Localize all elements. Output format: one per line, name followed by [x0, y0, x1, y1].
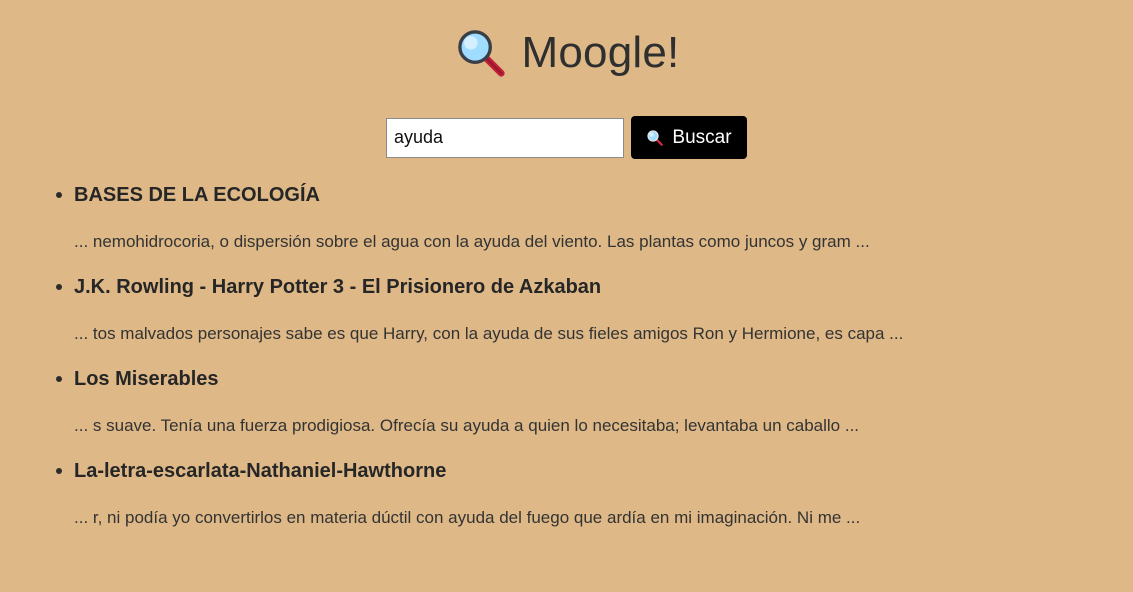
result-item: BASES DE LA ECOLOGÍA ... nemohidrocoria,…	[56, 183, 1133, 252]
result-item: La-letra-escarlata-Nathaniel-Hawthorne .…	[56, 459, 1133, 528]
result-item: Los Miserables ... s suave. Tenía una fu…	[56, 367, 1133, 436]
header: Moogle!	[0, 0, 1133, 106]
result-title[interactable]: J.K. Rowling - Harry Potter 3 - El Prisi…	[74, 275, 1133, 299]
search-button[interactable]: Buscar	[631, 116, 747, 159]
result-title[interactable]: Los Miserables	[74, 367, 1133, 391]
title-wrap: Moogle!	[454, 26, 680, 80]
search-input[interactable]	[386, 117, 624, 158]
result-bullet	[56, 376, 62, 382]
app-title: Moogle!	[521, 28, 680, 77]
result-snippet: ... r, ni podía yo convertirlos en mater…	[74, 508, 861, 527]
result-snippet: ... s suave. Tenía una fuerza prodigiosa…	[74, 416, 860, 435]
search-row: Buscar	[0, 116, 1133, 159]
result-title[interactable]: La-letra-escarlata-Nathaniel-Hawthorne	[74, 459, 1133, 483]
result-bullet	[56, 192, 62, 198]
magnifying-glass-icon	[457, 30, 505, 77]
search-button-label: Buscar	[672, 126, 732, 148]
result-item: J.K. Rowling - Harry Potter 3 - El Prisi…	[56, 275, 1133, 344]
result-snippet: ... nemohidrocoria, o dispersión sobre e…	[74, 232, 870, 251]
results-list: BASES DE LA ECOLOGÍA ... nemohidrocoria,…	[0, 183, 1133, 528]
result-snippet: ... tos malvados personajes sabe es que …	[74, 324, 904, 343]
result-bullet	[56, 468, 62, 474]
magnifying-glass-icon	[647, 129, 664, 146]
result-title[interactable]: BASES DE LA ECOLOGÍA	[74, 183, 1133, 207]
result-bullet	[56, 284, 62, 290]
